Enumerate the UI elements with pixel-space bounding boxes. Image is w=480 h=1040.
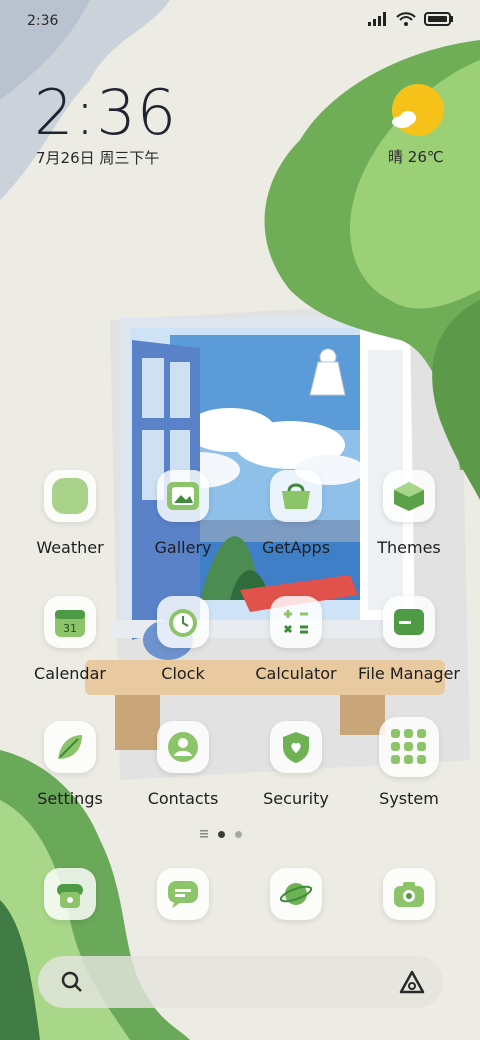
app-calculator[interactable]: Calculator — [241, 596, 351, 683]
weather-temperature: 26℃ — [407, 148, 444, 166]
clock-widget-time[interactable]: 2:36 — [34, 76, 177, 149]
app-security[interactable]: Security — [241, 721, 351, 808]
app-label: System — [379, 789, 439, 808]
app-label: Gallery — [154, 538, 212, 557]
themes-icon — [383, 470, 435, 522]
clock-widget-date: 7月26日 周三下午 — [36, 149, 160, 167]
file-manager-icon — [383, 596, 435, 648]
calendar-icon: 31 — [44, 596, 96, 648]
dock-messages[interactable] — [128, 868, 238, 920]
app-themes[interactable]: Themes — [354, 470, 464, 557]
dock-phone[interactable] — [15, 868, 125, 920]
signal-icon — [368, 12, 386, 26]
app-label: File Manager — [358, 664, 460, 683]
clock-icon — [157, 596, 209, 648]
app-contacts[interactable]: Contacts — [128, 721, 238, 808]
app-weather[interactable]: Weather — [15, 470, 125, 557]
status-time: 2:36 — [27, 13, 59, 29]
app-gallery[interactable]: Gallery — [128, 470, 238, 557]
page-dot — [235, 830, 242, 838]
folder-icon — [379, 717, 439, 777]
calculator-icon — [270, 596, 322, 648]
contacts-icon — [157, 721, 209, 773]
wifi-icon — [396, 12, 416, 26]
sun-cloud-icon[interactable] — [388, 82, 448, 142]
camera-icon — [383, 868, 435, 920]
calendar-badge: 31 — [63, 622, 77, 635]
weather-icon — [44, 470, 96, 522]
page-indicator[interactable] — [200, 830, 242, 838]
app-label: Themes — [377, 538, 441, 557]
app-label: GetApps — [261, 538, 331, 557]
weather-condition: 晴 — [388, 148, 404, 166]
app-system-folder[interactable]: System — [354, 717, 464, 808]
app-file-manager[interactable]: File Manager — [354, 596, 464, 683]
app-getapps[interactable]: GetApps — [241, 470, 351, 557]
search-icon[interactable] — [60, 970, 84, 994]
battery-icon — [424, 12, 453, 26]
app-label: Weather — [36, 538, 104, 557]
weather-widget-text: 晴 26℃ — [388, 146, 444, 167]
app-label: Settings — [37, 789, 103, 808]
app-label: Clock — [161, 664, 205, 683]
page-dot-active — [218, 830, 225, 838]
status-bar: 2:36 — [0, 0, 480, 40]
security-icon — [270, 721, 322, 773]
app-label: Calendar — [34, 664, 106, 683]
app-label: Contacts — [147, 789, 219, 808]
app-label: Security — [263, 789, 329, 808]
gallery-icon — [157, 470, 209, 522]
page-list-icon — [200, 830, 208, 838]
settings-icon — [44, 721, 96, 773]
dock-camera[interactable] — [354, 868, 464, 920]
browser-icon — [270, 868, 322, 920]
app-calendar[interactable]: 31 Calendar — [15, 596, 125, 683]
getapps-icon — [270, 470, 322, 522]
phone-icon — [44, 868, 96, 920]
search-bar[interactable] — [38, 956, 443, 1008]
messages-icon — [157, 868, 209, 920]
assistant-icon[interactable] — [399, 970, 425, 994]
app-settings[interactable]: Settings — [15, 721, 125, 808]
dock-browser[interactable] — [241, 868, 351, 920]
app-label: Calculator — [255, 664, 337, 683]
app-clock[interactable]: Clock — [128, 596, 238, 683]
